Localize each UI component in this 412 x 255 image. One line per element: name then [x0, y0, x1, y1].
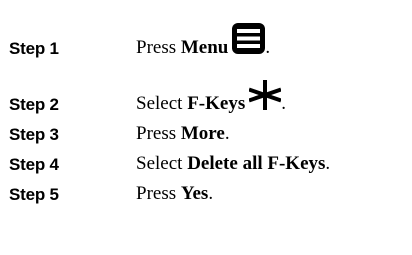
- step-3: Step 3 Press More.: [0, 120, 412, 150]
- step-instruction: Select F-Keys.: [136, 79, 286, 115]
- step-verb: Press: [136, 183, 181, 204]
- step-4: Step 4 Select Delete all F-Keys.: [0, 150, 412, 180]
- step-verb: Select: [136, 93, 188, 114]
- step-period: .: [281, 93, 286, 114]
- step-keyword: More: [180, 123, 225, 144]
- step-keyword: Delete all F-Keys: [187, 153, 326, 174]
- step-instruction: Press Menu.: [136, 22, 270, 59]
- step-label: Step 2: [9, 95, 59, 114]
- step-instruction: Select Delete all F-Keys.: [136, 153, 330, 175]
- step-label: Step 5: [9, 185, 59, 204]
- step-2: Step 2 Select F-Keys.: [0, 80, 412, 120]
- menu-icon: [232, 23, 266, 54]
- procedure-steps: Step 1 Press Menu. Step 2 Select F-Keys.…: [0, 0, 412, 255]
- step-instruction: Press Yes.: [136, 183, 213, 205]
- step-1: Step 1 Press Menu.: [0, 23, 412, 64]
- step-label: Step 4: [9, 155, 59, 174]
- step-label: Step 1: [9, 39, 59, 58]
- step-verb: Select: [136, 153, 188, 174]
- asterisk-icon: [249, 80, 282, 110]
- step-period: .: [325, 153, 331, 174]
- step-verb: Press: [136, 123, 181, 144]
- step-keyword: F-Keys: [187, 93, 246, 114]
- step-period: .: [208, 183, 214, 204]
- step-verb: Press: [136, 37, 181, 58]
- step-period: .: [224, 123, 230, 144]
- step-period: .: [265, 37, 271, 58]
- step-5: Step 5 Press Yes.: [0, 180, 412, 210]
- step-instruction: Press More.: [136, 123, 230, 145]
- step-label: Step 3: [9, 125, 59, 144]
- step-keyword: Menu: [180, 37, 229, 58]
- step-keyword: Yes: [180, 183, 209, 204]
